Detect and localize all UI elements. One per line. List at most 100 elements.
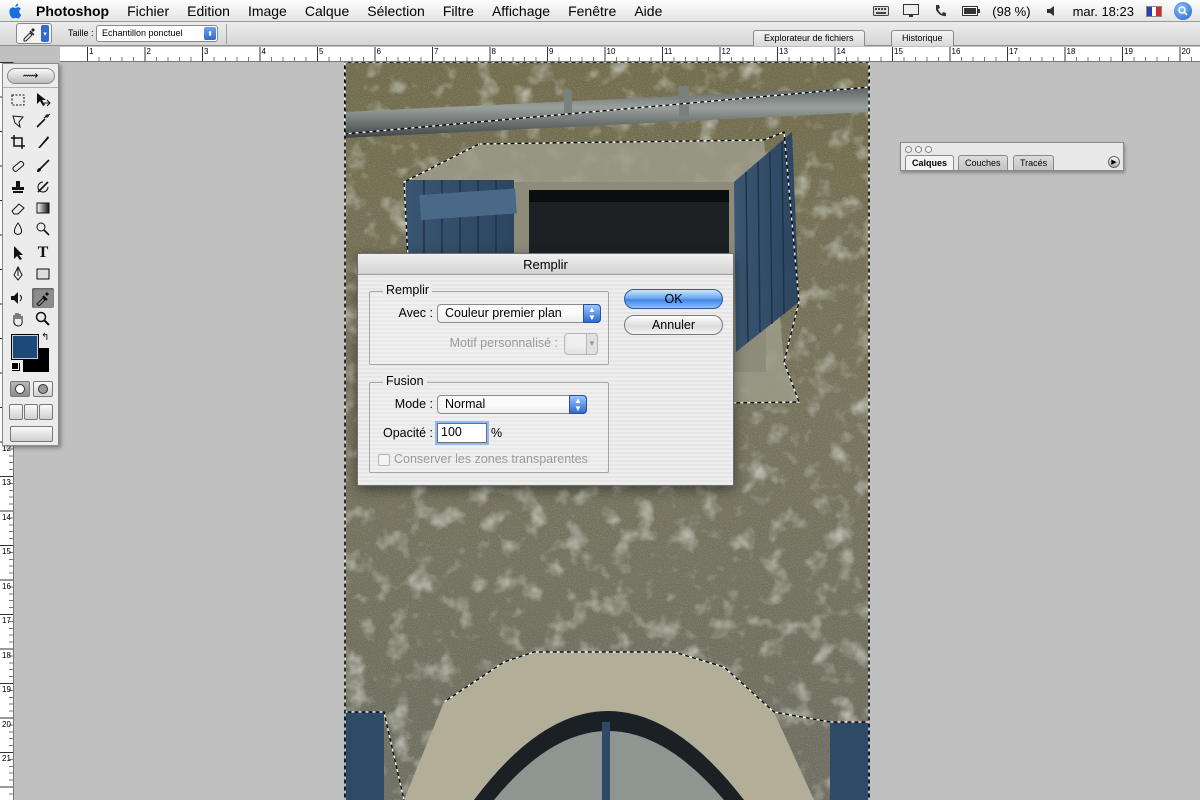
volume-icon[interactable] (1043, 4, 1061, 18)
apple-menu-icon[interactable] (0, 0, 30, 22)
marquee-tool[interactable] (7, 90, 29, 110)
gradient-tool[interactable] (32, 198, 54, 218)
tab-layers-label: Calques (912, 158, 948, 168)
clone-stamp-tool[interactable] (7, 177, 29, 197)
lasso-tool[interactable] (7, 111, 29, 131)
magic-wand-icon (36, 113, 51, 128)
dodge-icon (36, 222, 50, 236)
ruler-top-number: 20 (1181, 47, 1191, 56)
cancel-button[interactable]: Annuler (624, 315, 723, 335)
menu-image[interactable]: Image (239, 3, 296, 19)
menu-filtre[interactable]: Filtre (434, 3, 483, 19)
blending-group-title: Fusion (383, 374, 427, 388)
history-brush-tool[interactable] (32, 177, 54, 197)
ruler-top-number: 7 (434, 47, 439, 56)
battery-icon[interactable] (962, 4, 981, 18)
tab-paths-label: Tracés (1020, 158, 1048, 168)
slice-tool[interactable] (32, 132, 54, 152)
dodge-tool[interactable] (32, 219, 54, 239)
brush-icon (37, 159, 50, 172)
toolbox-header[interactable]: ⟿ (3, 64, 58, 88)
swap-colors-icon[interactable]: ↰ (41, 332, 49, 343)
rectangle-icon (36, 268, 50, 280)
quick-mask-button[interactable] (33, 381, 53, 397)
display-icon[interactable] (902, 4, 920, 18)
french-flag-icon[interactable] (1146, 5, 1162, 17)
ruler-left-number: 15 (2, 547, 11, 556)
history-brush-icon (37, 181, 49, 193)
hand-tool[interactable] (7, 309, 29, 329)
standard-mode-button[interactable] (10, 381, 30, 397)
ruler-horizontal[interactable]: 1 2 3 4 5 6 7 8 9 10 11 12 13 14 15 16 17 18 19 20 (60, 47, 1200, 62)
mode-select[interactable]: Normal ▲ ▼ (437, 395, 587, 414)
screen-mode-standard[interactable] (9, 404, 23, 420)
tab-paths[interactable]: Tracés (1013, 155, 1055, 170)
jump-to-imageready-button[interactable] (10, 426, 53, 442)
menu-fenetre[interactable]: Fenêtre (559, 3, 625, 19)
tab-channels[interactable]: Couches (958, 155, 1008, 170)
move-tool[interactable] (32, 90, 54, 110)
toolbox: ⟿ T ↰ (2, 63, 59, 446)
ruler-top-number: 6 (376, 47, 381, 56)
layers-palette: Calques Couches Tracés ▶ (900, 142, 1124, 171)
menu-clock[interactable]: mar. 18:23 (1073, 4, 1134, 19)
healing-brush-tool[interactable] (7, 156, 29, 176)
opacity-input[interactable]: 100 (437, 423, 487, 443)
notes-tool[interactable] (7, 288, 29, 308)
menu-calque[interactable]: Calque (296, 3, 358, 19)
path-selection-tool[interactable] (7, 243, 29, 263)
spotlight-search-icon[interactable] (1174, 2, 1192, 20)
screen-mode-full[interactable] (39, 404, 53, 420)
gradient-icon (36, 202, 50, 214)
with-select[interactable]: Couleur premier plan ▲ ▼ (437, 304, 601, 323)
palette-window-buttons[interactable] (905, 146, 932, 153)
move-icon (37, 93, 51, 107)
ruler-top-number: 17 (1009, 47, 1018, 56)
ruler-left-number: 14 (2, 512, 11, 522)
mode-select-value: Normal (445, 397, 486, 411)
ok-button[interactable]: OK (624, 289, 723, 309)
ruler-top-number: 3 (204, 47, 209, 56)
menu-selection[interactable]: Sélection (358, 3, 434, 19)
preserve-transparency-checkbox[interactable] (378, 454, 390, 466)
mode-label: Mode : (394, 397, 433, 411)
menu-fichier[interactable]: Fichier (118, 3, 178, 19)
type-tool[interactable]: T (32, 243, 54, 263)
crop-tool[interactable] (7, 132, 29, 152)
dialog-title[interactable]: Remplir (358, 254, 733, 275)
ruler-left-number: 18 (2, 650, 11, 660)
tab-history[interactable]: Historique (891, 30, 954, 46)
zoom-tool[interactable] (32, 309, 54, 329)
ruler-top-number: 12 (721, 47, 731, 56)
eyedropper-icon (23, 27, 35, 41)
brush-tool[interactable] (32, 156, 54, 176)
menu-aide[interactable]: Aide (625, 3, 671, 19)
ruler-top-number: 19 (1124, 47, 1133, 56)
menu-app-photoshop[interactable]: Photoshop (30, 3, 118, 19)
eyedropper-tool[interactable] (32, 288, 54, 308)
chevron-down-icon: ▼ (586, 333, 598, 355)
custom-pattern-label: Motif personnalisé : (449, 336, 558, 350)
keyboard-icon[interactable] (872, 4, 890, 18)
phone-icon[interactable] (932, 4, 950, 18)
foreground-color-swatch[interactable] (12, 335, 38, 359)
menu-edition[interactable]: Edition (178, 3, 239, 19)
palette-menu-arrow-icon[interactable]: ▶ (1108, 156, 1120, 168)
sample-size-select[interactable]: Echantillon ponctuel ⬍ (96, 25, 218, 42)
ruler-top-number: 14 (836, 47, 846, 56)
menu-affichage[interactable]: Affichage (483, 3, 559, 19)
tab-layers[interactable]: Calques (905, 155, 955, 170)
custom-pattern-picker[interactable]: ▼ (564, 333, 598, 355)
ruler-top-number: 1 (89, 47, 94, 56)
tab-file-browser-label: Explorateur de fichiers (764, 33, 854, 43)
magic-wand-tool[interactable] (32, 111, 54, 131)
magnifier-icon (35, 311, 50, 326)
default-colors-icon[interactable] (11, 362, 19, 370)
blur-tool[interactable] (7, 219, 29, 239)
tab-file-browser[interactable]: Explorateur de fichiers (753, 30, 865, 46)
screen-mode-menu[interactable] (24, 404, 38, 420)
tool-preset-picker[interactable]: ▾ (16, 23, 52, 44)
eraser-tool[interactable] (7, 198, 29, 218)
pen-tool[interactable] (7, 264, 29, 284)
shape-tool[interactable] (32, 264, 54, 284)
